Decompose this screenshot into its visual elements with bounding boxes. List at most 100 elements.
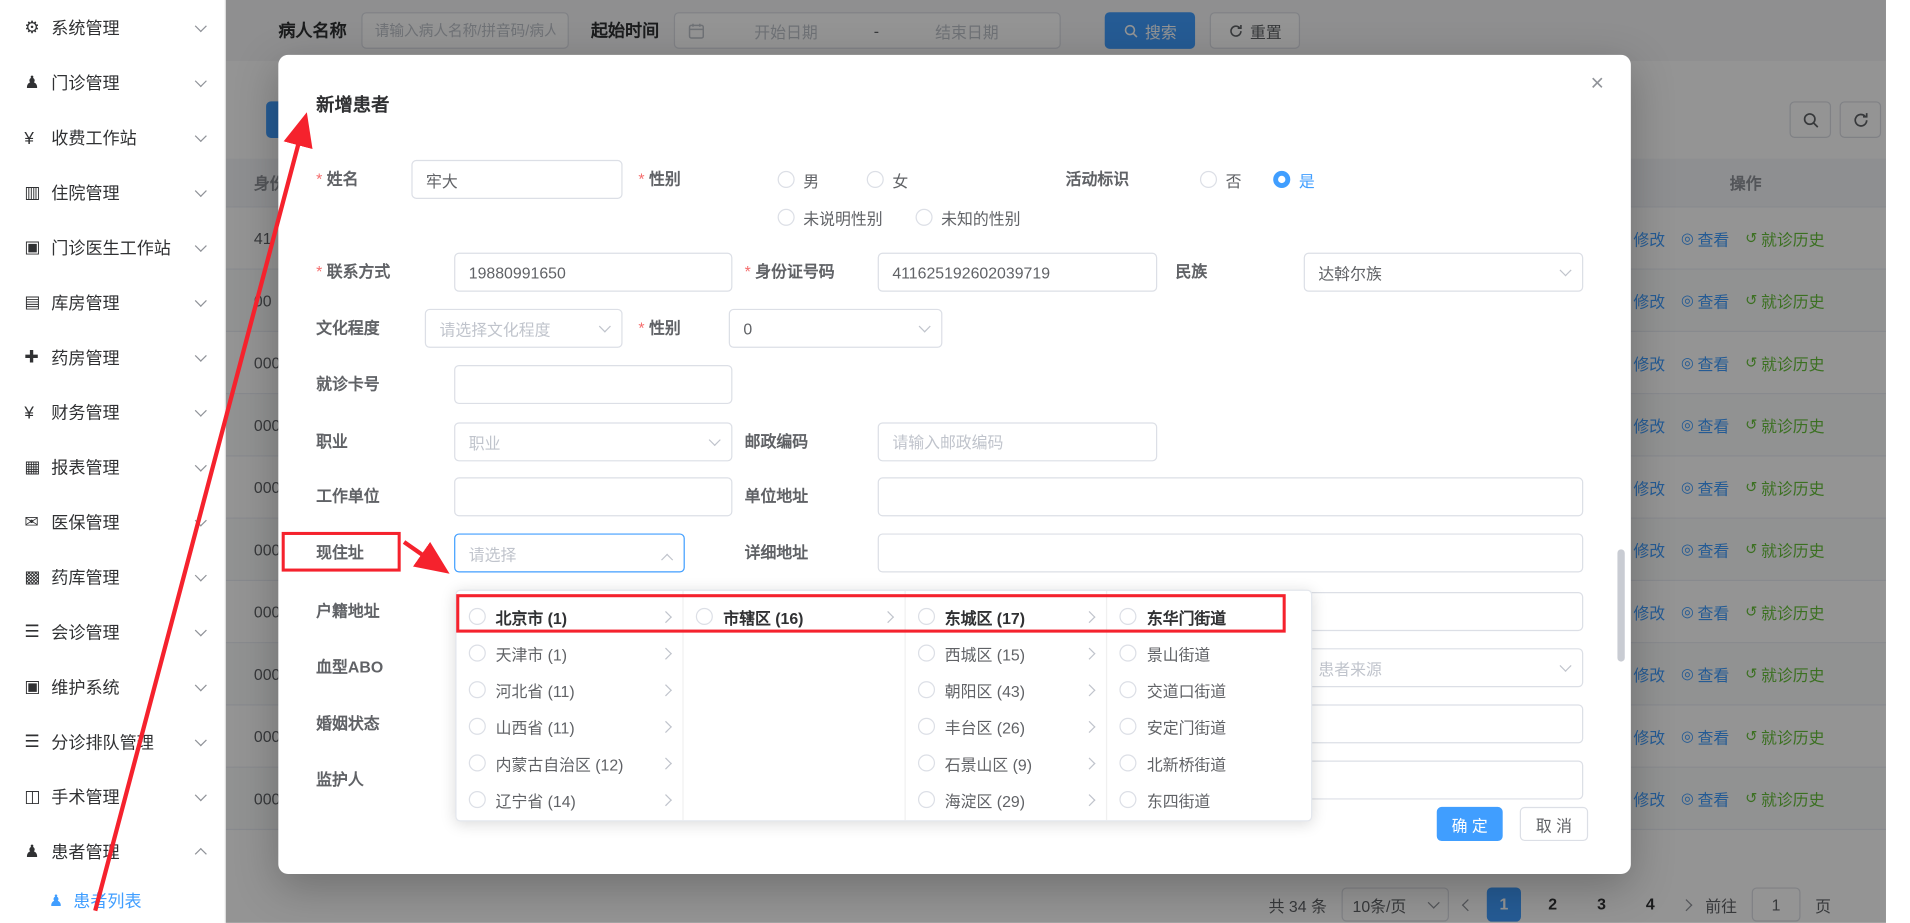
radio-icon[interactable] <box>1120 754 1137 771</box>
radio-icon[interactable] <box>469 718 486 735</box>
education-select[interactable]: 请选择文化程度 <box>425 309 623 348</box>
address-cascader-dropdown: 北京市 (1) 天津市 (1) 河北省 (11) 山西省 (11) 内蒙古自治区… <box>455 590 1312 822</box>
sidebar-item-insurance[interactable]: ✉医保管理 <box>0 494 225 549</box>
gender-radio-unknown[interactable]: 未知的性别 <box>916 198 1021 237</box>
radio-icon[interactable] <box>918 754 935 771</box>
cascader-option-hebei[interactable]: 河北省 (11) <box>457 671 683 708</box>
cascader-option-donghuamen[interactable]: 东华门街道 <box>1108 598 1311 635</box>
contact-input[interactable] <box>454 253 732 292</box>
radio-icon[interactable] <box>918 608 935 625</box>
chevron-right-icon <box>660 647 672 659</box>
cascader-option-chaoyang[interactable]: 朝阳区 (43) <box>906 671 1107 708</box>
cascader-option-haidian[interactable]: 海淀区 (29) <box>906 781 1107 818</box>
chevron-right-icon <box>1084 757 1096 769</box>
radio-icon[interactable] <box>469 791 486 808</box>
gender-radio-unstated[interactable]: 未说明性别 <box>778 198 883 237</box>
radio-icon[interactable] <box>1120 681 1137 698</box>
radio-icon[interactable] <box>469 645 486 662</box>
active-radio-no[interactable]: 否 <box>1200 160 1242 199</box>
sidebar-item-inpatient[interactable]: ▥住院管理 <box>0 165 225 220</box>
sidebar-item-triage-queue[interactable]: ☰分诊排队管理 <box>0 714 225 769</box>
radio-icon[interactable] <box>918 681 935 698</box>
ethnicity-select[interactable]: 达斡尔族 <box>1304 253 1584 292</box>
postal-code-input[interactable] <box>878 422 1158 461</box>
sidebar-item-surgery[interactable]: ◫手术管理 <box>0 769 225 824</box>
cascader-option-neimenggu[interactable]: 内蒙古自治区 (12) <box>457 745 683 782</box>
sidebar-item-patient-list[interactable]: ♟患者列表 <box>0 879 225 923</box>
radio-icon[interactable] <box>696 608 713 625</box>
chevron-right-icon <box>660 794 672 806</box>
cascader-option-jingshan[interactable]: 景山街道 <box>1108 635 1311 672</box>
chevron-down-icon <box>195 514 207 526</box>
cascader-option-jiaodaokou[interactable]: 交道口街道 <box>1108 671 1311 708</box>
radio-icon[interactable] <box>918 645 935 662</box>
cascader-option-beijing[interactable]: 北京市 (1) <box>457 598 683 635</box>
gender-radio-female[interactable]: 女 <box>867 160 909 199</box>
sidebar-item-fee-station[interactable]: ¥收费工作站 <box>0 110 225 165</box>
chevron-right-icon <box>1084 610 1096 622</box>
radio-icon[interactable] <box>918 718 935 735</box>
occupation-select[interactable]: 职业 <box>454 422 732 461</box>
radio-icon[interactable] <box>1120 608 1137 625</box>
medical-cross-icon: ✚ <box>24 347 51 368</box>
sidebar-item-drug-storage[interactable]: ▩药库管理 <box>0 549 225 604</box>
cascader-option-tianjin[interactable]: 天津市 (1) <box>457 635 683 672</box>
cascader-option-shanxi[interactable]: 山西省 (11) <box>457 708 683 745</box>
cascader-option-dongcheng[interactable]: 东城区 (17) <box>906 598 1107 635</box>
radio-icon[interactable] <box>1120 791 1137 808</box>
gender-radio-male[interactable]: 男 <box>778 160 820 199</box>
sidebar-item-warehouse[interactable]: ▤库房管理 <box>0 275 225 330</box>
radio-icon[interactable] <box>1120 645 1137 662</box>
name-input[interactable] <box>411 160 622 199</box>
work-unit-input[interactable] <box>454 477 732 516</box>
radio-icon[interactable] <box>1120 718 1137 735</box>
sidebar-item-patient-mgmt[interactable]: ♟患者管理 <box>0 824 225 879</box>
sidebar-item-pharmacy[interactable]: ✚药房管理 <box>0 330 225 385</box>
active-radio-yes[interactable]: 是 <box>1273 160 1315 199</box>
close-icon[interactable]: × <box>1590 71 1604 98</box>
cascader-option-dongsi[interactable]: 东四街道 <box>1108 781 1311 818</box>
idcard-input[interactable] <box>878 253 1158 292</box>
household-address-label: 户籍地址 <box>316 592 379 631</box>
unit-address-label: 单位地址 <box>745 477 808 516</box>
cancel-button[interactable]: 取 消 <box>1520 807 1588 841</box>
blood-type-label: 血型ABO <box>316 648 383 687</box>
cascader-option-shijingshan[interactable]: 石景山区 (9) <box>906 745 1107 782</box>
visit-card-input[interactable] <box>454 365 732 404</box>
cascader-option-liaoning[interactable]: 辽宁省 (14) <box>457 781 683 818</box>
gender2-select[interactable]: 0 <box>729 309 943 348</box>
radio-icon[interactable] <box>469 681 486 698</box>
chart-icon: ▥ <box>24 182 51 203</box>
cascader-option-andingmen[interactable]: 安定门街道 <box>1108 708 1311 745</box>
sidebar-item-maintenance[interactable]: ▣维护系统 <box>0 659 225 714</box>
sidebar-item-consultation[interactable]: ☰会诊管理 <box>0 604 225 659</box>
radio-icon[interactable] <box>918 791 935 808</box>
modal-scrollbar[interactable] <box>1617 549 1624 661</box>
radio-selected-icon <box>1273 171 1290 188</box>
radio-icon[interactable] <box>469 608 486 625</box>
chevron-up-icon <box>661 554 673 566</box>
radio-icon[interactable] <box>469 754 486 771</box>
marital-status-label: 婚姻状态 <box>316 704 379 743</box>
chevron-down-icon <box>195 789 207 801</box>
chevron-down-icon <box>1560 660 1572 672</box>
cascader-option-xicheng[interactable]: 西城区 (15) <box>906 635 1107 672</box>
radio-icon <box>916 209 933 226</box>
sidebar-item-doctor-workstation[interactable]: ▣门诊医生工作站 <box>0 220 225 275</box>
sidebar-item-finance[interactable]: ¥财务管理 <box>0 385 225 440</box>
unit-address-input[interactable] <box>878 477 1584 516</box>
chevron-right-icon <box>1084 647 1096 659</box>
sidebar-item-report[interactable]: ▦报表管理 <box>0 439 225 494</box>
chevron-down-icon <box>919 320 931 332</box>
sidebar-item-system[interactable]: ⚙系统管理 <box>0 0 225 55</box>
cascader-option-shixiaqu[interactable]: 市辖区 (16) <box>684 598 904 635</box>
current-address-cascader-select[interactable]: 请选择 <box>454 533 685 572</box>
detail-address-label: 详细地址 <box>745 533 808 572</box>
detail-address-input[interactable] <box>878 533 1584 572</box>
cascader-option-fengtai[interactable]: 丰台区 (26) <box>906 708 1107 745</box>
idcard-label: 身份证号码 <box>745 253 835 292</box>
confirm-button[interactable]: 确 定 <box>1437 807 1503 841</box>
cascader-option-beixinqiao[interactable]: 北新桥街道 <box>1108 745 1311 782</box>
patient-source-select[interactable]: 患者来源 <box>1304 648 1584 687</box>
sidebar-item-outpatient[interactable]: ♟门诊管理 <box>0 55 225 110</box>
